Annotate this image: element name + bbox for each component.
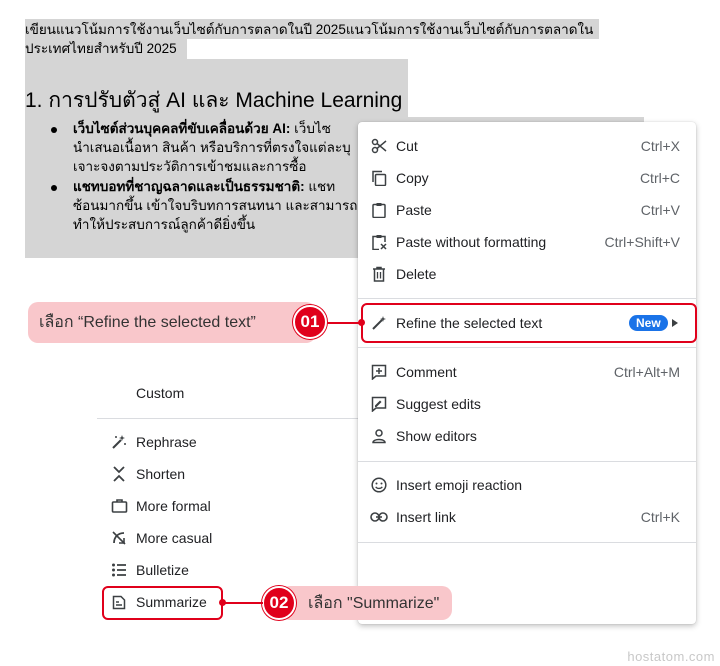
bullet2-line3[interactable]: ทำให้ประสบการณ์ลูกค้าดียิ่งขึ้น: [73, 215, 255, 234]
menu-divider: [358, 461, 696, 462]
menu-item-shortcut: Ctrl+K: [640, 509, 680, 525]
menu-item-paste-without-formatting[interactable]: Paste without formatting Ctrl+Shift+V: [358, 226, 696, 258]
menu-item-shortcut: Ctrl+Alt+M: [613, 364, 680, 380]
menu-item-label: Copy: [396, 170, 429, 186]
clipboard-icon: [370, 201, 388, 219]
doc-heading[interactable]: 1. การปรับตัวสู่ AI และ Machine Learning: [25, 84, 402, 117]
step1-highlight-box: [361, 303, 697, 343]
menu-item-delete[interactable]: Delete: [358, 258, 696, 290]
submenu-item-label: Rephrase: [136, 434, 197, 450]
menu-item-suggest-edits[interactable]: Suggest edits: [358, 388, 696, 420]
submenu-item-label: Bulletize: [136, 562, 189, 578]
menu-item-comment[interactable]: Comment Ctrl+Alt+M: [358, 356, 696, 388]
step1-connector-line: [327, 322, 362, 324]
step2-highlight-box: [102, 586, 223, 620]
menu-item-shortcut: Ctrl+Shift+V: [604, 234, 680, 250]
bullet1-line3[interactable]: เจาะจงตามประวัติการเข้าชมและการซื้อ: [73, 157, 307, 176]
bullet-list-icon: [110, 561, 128, 579]
trash-icon: [370, 265, 388, 283]
menu-item-shortcut: Ctrl+C: [639, 170, 680, 186]
submenu-item-label: Custom: [136, 385, 185, 401]
casual-icon: [110, 529, 128, 547]
sparkle-wand-icon: [110, 433, 128, 451]
doc-title-line2[interactable]: ประเทศไทยสำหรับปี 2025: [25, 39, 177, 58]
bullet1-line2[interactable]: นำเสนอเนื้อหา สินค้า หรือบริการที่ตรงใจแ…: [73, 138, 351, 157]
step1-number-badge: 01: [293, 305, 327, 339]
menu-item-label: Cut: [396, 138, 418, 154]
submenu-item-rephrase[interactable]: Rephrase: [97, 426, 358, 458]
menu-item-insert-emoji-reaction[interactable]: Insert emoji reaction: [358, 469, 696, 501]
submenu-divider: [97, 418, 358, 419]
shorten-icon: [110, 465, 128, 483]
menu-divider: [358, 298, 696, 299]
menu-item-label: Insert emoji reaction: [396, 477, 523, 493]
step2-label-text: เลือก "Summarize": [308, 594, 440, 612]
menu-item-shortcut: Ctrl+X: [640, 138, 680, 154]
add-comment-icon: [370, 363, 388, 381]
menu-item-insert-link[interactable]: Insert link Ctrl+K: [358, 501, 696, 533]
submenu-item-shorten[interactable]: Shorten: [97, 458, 358, 490]
submenu-item-more-casual[interactable]: More casual: [97, 522, 358, 554]
menu-item-label: Paste: [396, 202, 432, 218]
submenu-item-more-formal[interactable]: More formal: [97, 490, 358, 522]
submenu-item-label: More casual: [136, 530, 213, 546]
bullet1-line1[interactable]: เว็บไซต์ส่วนบุคคลที่ขับเคลื่อนด้วย AI: เ…: [73, 119, 331, 138]
bullet-marker: [51, 185, 57, 191]
emoji-icon: [370, 476, 388, 494]
step2-label-pill: เลือก "Summarize": [280, 586, 452, 620]
bullet2-bold: แชทบอทที่ชาญฉลาดและเป็นธรรมชาติ:: [73, 179, 305, 194]
step2-connector-line: [223, 602, 263, 604]
menu-item-label: Delete: [396, 266, 437, 282]
bullet2-line2[interactable]: ซ้อนมากขึ้น เข้าใจบริบทการสนทนา และสามาร…: [73, 196, 357, 215]
bullet2-line1[interactable]: แชทบอทที่ชาญฉลาดและเป็นธรรมชาติ: แชท: [73, 177, 335, 196]
menu-item-paste[interactable]: Paste Ctrl+V: [358, 194, 696, 226]
bullet2-rest: แชท: [304, 179, 336, 194]
clipboard-clear-icon: [370, 233, 388, 251]
submenu-item-bulletize[interactable]: Bulletize: [97, 554, 358, 586]
menu-item-label: Paste without formatting: [396, 234, 547, 250]
menu-divider: [358, 347, 696, 348]
submenu-item-label: More formal: [136, 498, 211, 514]
menu-divider: [358, 542, 696, 543]
menu-item-copy[interactable]: Copy Ctrl+C: [358, 162, 696, 194]
step2-number-badge: 02: [262, 586, 296, 620]
menu-item-label: Suggest edits: [396, 396, 481, 412]
person-icon: [370, 427, 388, 445]
copy-icon: [370, 169, 388, 187]
scissors-icon: [370, 137, 388, 155]
rate-review-icon: [370, 395, 388, 413]
menu-item-label: Comment: [396, 364, 457, 380]
link-icon: [370, 508, 388, 526]
bullet1-bold: เว็บไซต์ส่วนบุคคลที่ขับเคลื่อนด้วย AI:: [73, 121, 291, 136]
submenu-item-custom[interactable]: Custom: [97, 377, 358, 409]
submenu-item-label: Shorten: [136, 466, 186, 482]
menu-item-shortcut: Ctrl+V: [640, 202, 680, 218]
bullet1-rest: เว็บไซ: [290, 121, 331, 136]
menu-item-cut[interactable]: Cut Ctrl+X: [358, 130, 696, 162]
step1-label-text: เลือก “Refine the selected text”: [39, 314, 256, 331]
watermark: hostatom.com: [627, 649, 715, 664]
doc-title-line1[interactable]: เขียนแนวโน้มการใช้งานเว็บไซต์กับการตลาดใ…: [25, 20, 593, 39]
menu-item-label: Show editors: [396, 428, 477, 444]
menu-item-show-editors[interactable]: Show editors: [358, 420, 696, 452]
step1-connector-dot: [358, 319, 365, 326]
bullet-marker: [51, 127, 57, 133]
step1-label-pill: เลือก “Refine the selected text”: [28, 302, 316, 343]
briefcase-icon: [110, 497, 128, 515]
step2-connector-dot: [219, 599, 226, 606]
menu-item-label: Insert link: [396, 509, 456, 525]
context-menu: Cut Ctrl+X Copy Ctrl+C Paste Ctrl+V Past…: [358, 122, 696, 624]
